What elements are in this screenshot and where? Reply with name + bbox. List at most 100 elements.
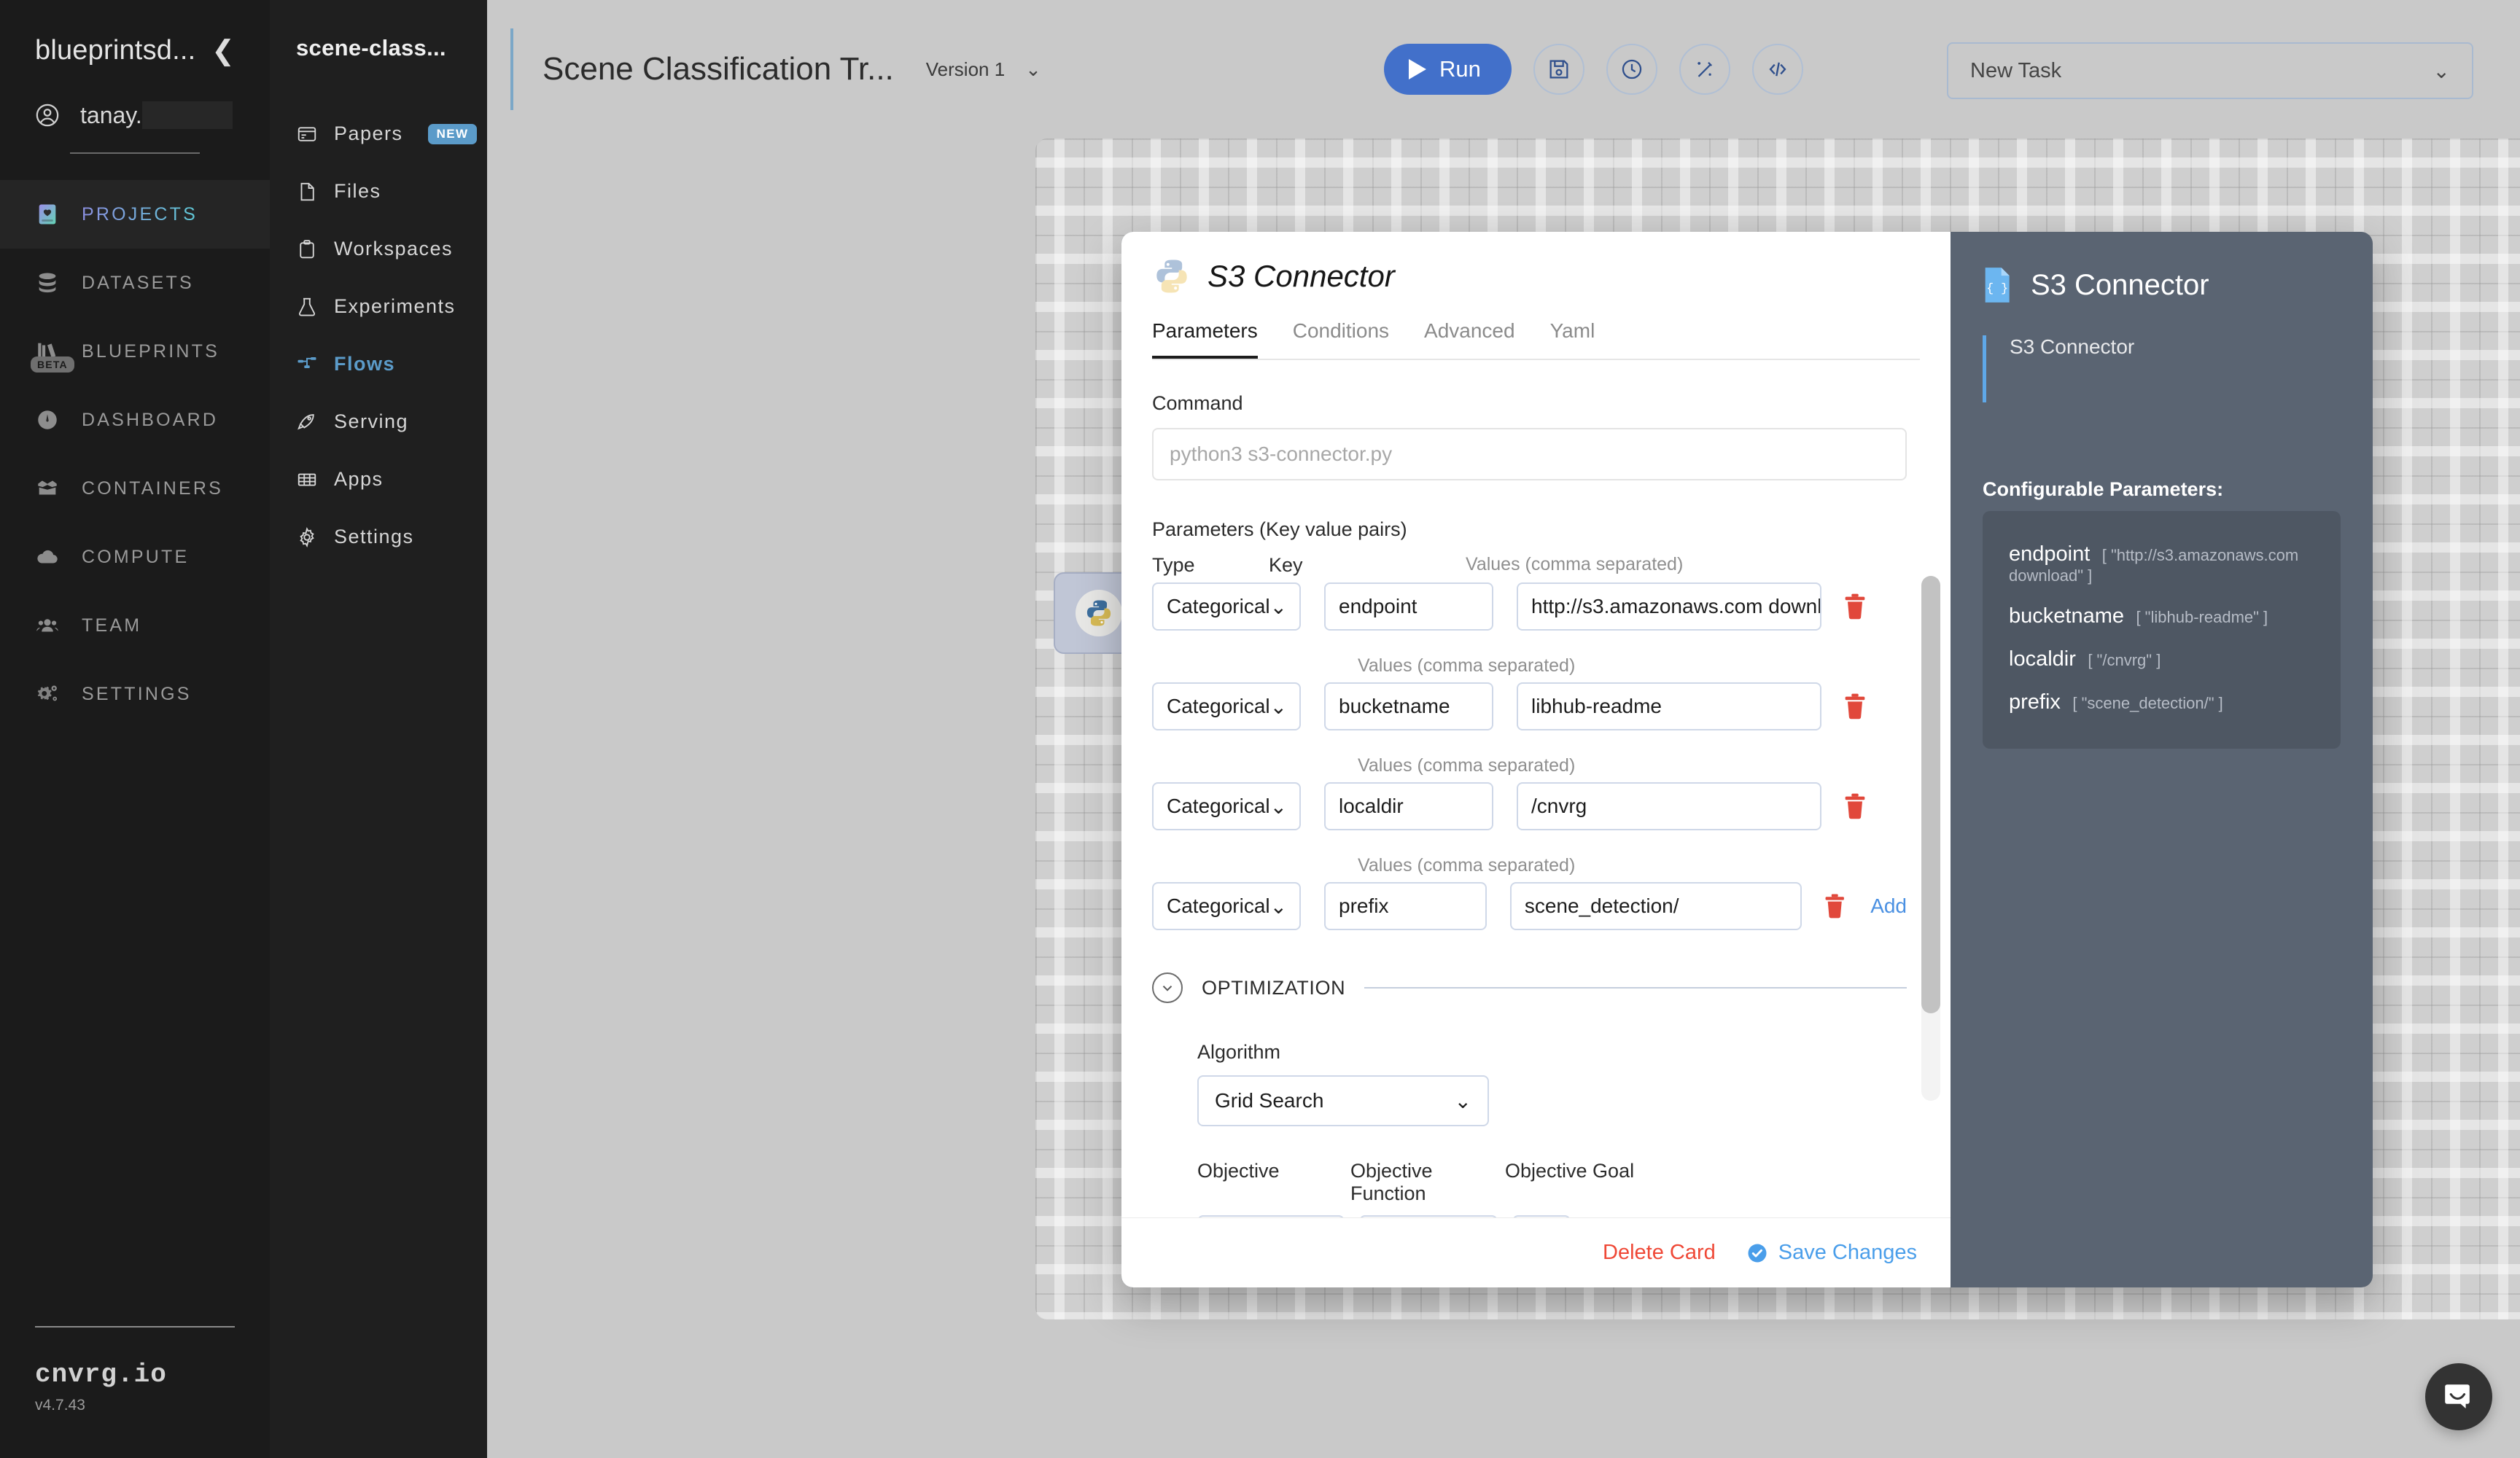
param-values-value: /cnvrg bbox=[1531, 795, 1587, 817]
algorithm-select[interactable]: Grid Search ⌄ bbox=[1197, 1075, 1489, 1126]
param-key-input[interactable]: prefix bbox=[1324, 882, 1487, 930]
add-parameter-button[interactable]: Add bbox=[1870, 894, 1907, 918]
gears-icon bbox=[35, 682, 60, 706]
param-type-select[interactable]: Categorical ⌄ bbox=[1152, 882, 1301, 930]
user-row[interactable]: tanay. bbox=[35, 101, 235, 129]
chevron-down-icon: ⌄ bbox=[1269, 894, 1288, 918]
user-name: tanay. bbox=[80, 101, 142, 128]
gauge-icon bbox=[35, 408, 60, 432]
chevron-left-icon[interactable]: ❮ bbox=[211, 37, 235, 65]
section-divider bbox=[1364, 987, 1907, 989]
project-title: scene-class... bbox=[296, 35, 446, 61]
org-block: blueprintsd... ❮ tanay. bbox=[0, 0, 270, 154]
save-button[interactable] bbox=[1533, 44, 1584, 95]
delete-card-button[interactable]: Delete Card bbox=[1603, 1241, 1716, 1265]
sidebar-item-dashboard[interactable]: DASHBOARD bbox=[0, 386, 270, 454]
trash-icon[interactable] bbox=[1843, 693, 1867, 720]
param-name: localdir bbox=[2009, 647, 2076, 671]
modal-scrollbar[interactable] bbox=[1921, 576, 1940, 1101]
magic-button[interactable] bbox=[1679, 44, 1730, 95]
modal-title-row: S3 Connector bbox=[1152, 257, 1920, 296]
objective-function-input[interactable] bbox=[1359, 1215, 1498, 1217]
param-values-input[interactable]: http://s3.amazonaws.com downloa bbox=[1517, 582, 1821, 631]
sidebar-item-apps[interactable]: Apps bbox=[270, 451, 487, 508]
objective-inputs bbox=[1197, 1215, 1907, 1217]
sidebar-item-flows[interactable]: Flows bbox=[270, 335, 487, 393]
sidebar-item-label: PROJECTS bbox=[82, 203, 198, 225]
param-type-value: Categorical bbox=[1167, 695, 1270, 717]
box-icon bbox=[35, 476, 60, 501]
param-type-value: Categorical bbox=[1167, 595, 1270, 617]
code-button[interactable] bbox=[1751, 44, 1803, 95]
user-name-redaction bbox=[141, 101, 233, 129]
page-title: Scene Classification Tr... bbox=[542, 51, 894, 87]
param-values-input[interactable]: /cnvrg bbox=[1517, 782, 1821, 830]
column-header-type: Type bbox=[1152, 554, 1195, 576]
primary-nav: PROJECTS DATASETS BETA BLUEPRINTS DASHBO… bbox=[0, 180, 270, 728]
tab-advanced[interactable]: Advanced bbox=[1424, 319, 1515, 359]
info-title-row: { } S3 Connector bbox=[1983, 265, 2341, 305]
code-brackets-icon bbox=[1769, 62, 1786, 77]
main-area: Scene Classification Tr... Version 1 ⌄ R… bbox=[487, 0, 2520, 1458]
sidebar-item-blueprints[interactable]: BETA BLUEPRINTS bbox=[0, 317, 270, 386]
sidebar-item-containers[interactable]: CONTAINERS bbox=[0, 454, 270, 523]
sidebar-item-datasets[interactable]: DATASETS bbox=[0, 249, 270, 317]
sidebar-item-files[interactable]: Files bbox=[270, 163, 487, 220]
sidebar-item-label: Experiments bbox=[334, 295, 456, 317]
sidebar-item-project-settings[interactable]: Settings bbox=[270, 508, 487, 566]
project-nav: Papers NEW Files Workspaces Experiments … bbox=[270, 105, 487, 566]
clock-history-icon bbox=[1622, 59, 1642, 79]
param-values-input[interactable]: libhub-readme bbox=[1517, 682, 1821, 730]
objective-goal-input[interactable] bbox=[1512, 1215, 1571, 1217]
chevron-down-icon[interactable]: ⌄ bbox=[1025, 58, 1041, 81]
param-values-value: libhub-readme bbox=[1531, 695, 1662, 717]
sidebar-item-label: CONTAINERS bbox=[82, 477, 224, 499]
param-type-select[interactable]: Categorical ⌄ bbox=[1152, 582, 1301, 631]
command-input[interactable]: python3 s3-connector.py bbox=[1152, 428, 1907, 480]
trash-icon[interactable] bbox=[1843, 593, 1867, 620]
sidebar-item-label: Apps bbox=[334, 468, 384, 490]
sidebar-item-compute[interactable]: COMPUTE bbox=[0, 523, 270, 591]
tab-yaml[interactable]: Yaml bbox=[1550, 319, 1595, 359]
sidebar-item-settings[interactable]: SETTINGS bbox=[0, 660, 270, 728]
sidebar-item-label: Files bbox=[334, 180, 381, 202]
version-label[interactable]: Version 1 bbox=[926, 58, 1005, 81]
sidebar-item-label: Workspaces bbox=[334, 238, 454, 260]
objective-function-label: Objective Function bbox=[1350, 1160, 1433, 1204]
param-values-input[interactable]: scene_detection/ bbox=[1509, 882, 1802, 930]
papers-icon bbox=[298, 126, 316, 141]
app-version: v4.7.43 bbox=[35, 1397, 85, 1414]
chat-widget-button[interactable] bbox=[2425, 1363, 2492, 1430]
param-type-select[interactable]: Categorical ⌄ bbox=[1152, 682, 1301, 730]
sidebar-item-projects[interactable]: PROJECTS bbox=[0, 180, 270, 249]
chevron-down-icon: ⌄ bbox=[1454, 1089, 1471, 1112]
tab-conditions[interactable]: Conditions bbox=[1293, 319, 1389, 359]
sidebar-item-serving[interactable]: Serving bbox=[270, 393, 487, 451]
trash-icon[interactable] bbox=[1824, 892, 1846, 920]
command-label: Command bbox=[1152, 392, 1243, 414]
flow-title-block: Scene Classification Tr... Version 1 ⌄ bbox=[487, 28, 1041, 110]
trash-icon[interactable] bbox=[1843, 792, 1867, 820]
save-changes-button[interactable]: Save Changes bbox=[1746, 1241, 1917, 1265]
task-select[interactable]: New Task ⌄ bbox=[1947, 42, 2473, 99]
scrollbar-thumb[interactable] bbox=[1921, 576, 1940, 1013]
param-key-input[interactable]: endpoint bbox=[1324, 582, 1493, 631]
sidebar-item-experiments[interactable]: Experiments bbox=[270, 278, 487, 335]
param-default: [ "libhub-readme" ] bbox=[2136, 608, 2268, 626]
json-file-icon: { } bbox=[1985, 268, 2010, 303]
sidebar-item-team[interactable]: TEAM bbox=[0, 591, 270, 660]
param-type-value: Categorical bbox=[1167, 795, 1270, 817]
run-button[interactable]: Run bbox=[1383, 44, 1512, 95]
param-type-select[interactable]: Categorical ⌄ bbox=[1152, 782, 1301, 830]
objective-input[interactable] bbox=[1197, 1215, 1345, 1217]
list-item: prefix [ "scene_detection/" ] bbox=[2009, 681, 2314, 724]
tab-parameters[interactable]: Parameters bbox=[1152, 319, 1258, 359]
history-button[interactable] bbox=[1606, 44, 1657, 95]
save-changes-label: Save Changes bbox=[1778, 1241, 1917, 1264]
param-name: prefix bbox=[2009, 690, 2061, 714]
sidebar-item-workspaces[interactable]: Workspaces bbox=[270, 220, 487, 278]
param-key-input[interactable]: localdir bbox=[1324, 782, 1493, 830]
param-key-input[interactable]: bucketname bbox=[1324, 682, 1493, 730]
sidebar-item-papers[interactable]: Papers NEW bbox=[270, 105, 487, 163]
chevron-down-circle-icon[interactable] bbox=[1152, 972, 1183, 1003]
